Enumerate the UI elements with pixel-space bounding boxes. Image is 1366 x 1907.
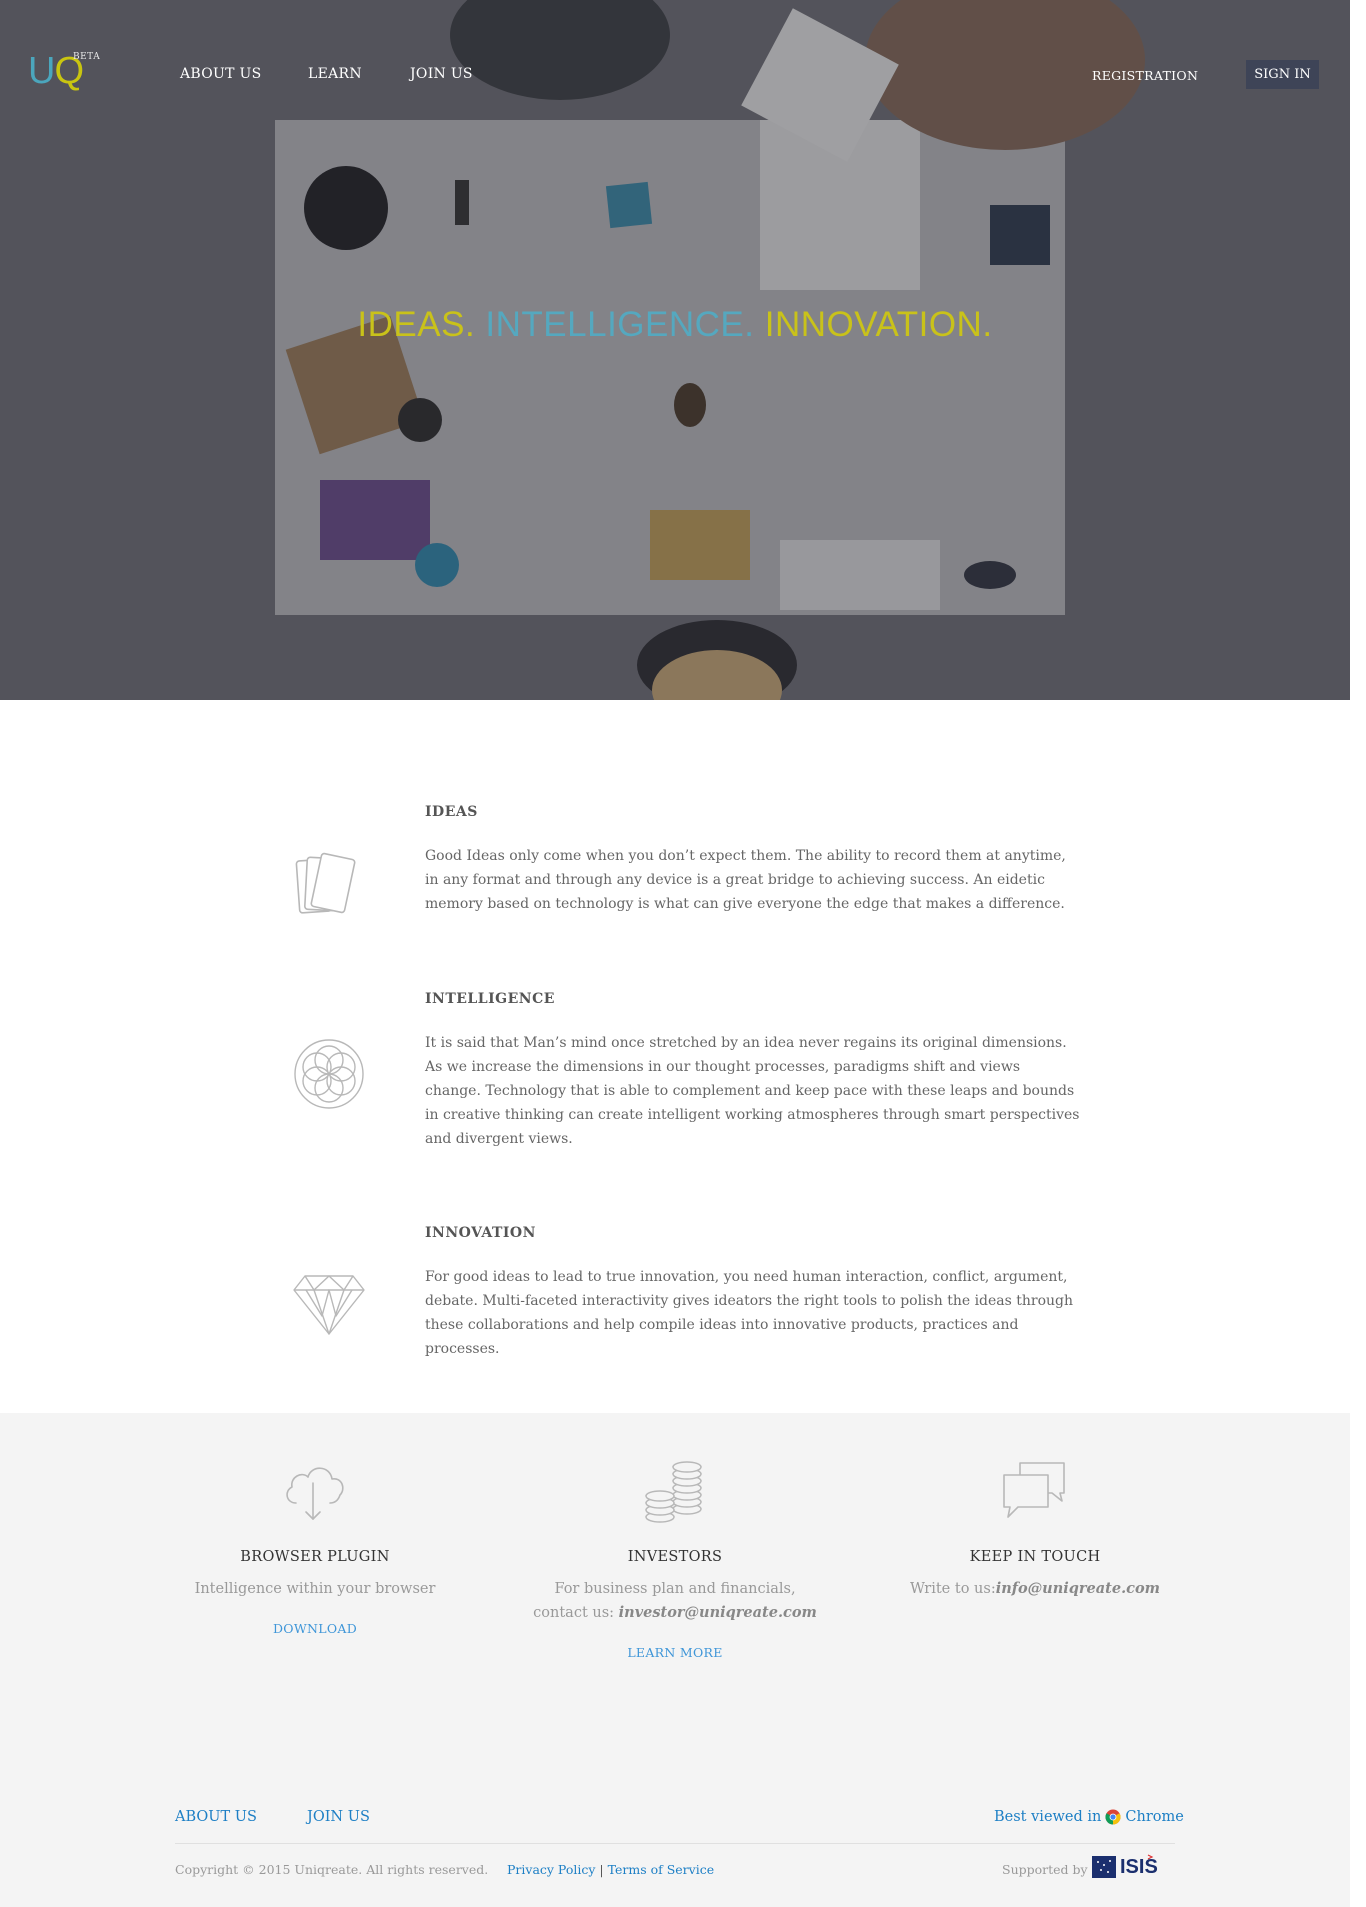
contact-prefix: Write to us: bbox=[910, 1581, 996, 1597]
chat-bubbles-icon bbox=[1003, 1462, 1065, 1518]
legal-separator: | bbox=[599, 1862, 604, 1877]
keep-in-touch-title: KEEP IN TOUCH bbox=[969, 1549, 1101, 1565]
feature-text-intelligence: It is said that Man’s mind once stretche… bbox=[425, 1035, 1080, 1147]
isis-sponsor-logo[interactable]: ISIS bbox=[1092, 1853, 1174, 1879]
chrome-icon bbox=[1105, 1809, 1121, 1825]
registration-link[interactable]: REGISTRATION bbox=[1092, 68, 1198, 83]
best-viewed-text: Best viewed in bbox=[994, 1809, 1102, 1825]
best-viewed-note: Best viewed in Chrome bbox=[994, 1809, 1184, 1825]
browser-plugin-title: BROWSER PLUGIN bbox=[240, 1549, 390, 1565]
investors-title: INVESTORS bbox=[627, 1549, 723, 1565]
feature-title-ideas: IDEAS bbox=[425, 804, 478, 820]
info-email[interactable]: info@uniqreate.com bbox=[996, 1580, 1160, 1597]
services-band: BROWSER PLUGIN Intelligence within your … bbox=[0, 1413, 1350, 1907]
flower-of-life-icon bbox=[294, 1039, 364, 1109]
learn-more-link[interactable]: LEARN MORE bbox=[495, 1645, 855, 1660]
chrome-link[interactable]: Chrome bbox=[1125, 1809, 1183, 1825]
nav-learn[interactable]: LEARN bbox=[308, 66, 362, 82]
cloud-download-icon bbox=[286, 1467, 344, 1520]
nav-join-us[interactable]: JOIN US bbox=[410, 66, 473, 82]
diamond-icon bbox=[293, 1275, 365, 1335]
hero-overlay bbox=[0, 0, 1350, 700]
footer-about-us-link[interactable]: ABOUT US bbox=[175, 1809, 257, 1825]
investors-contact-prefix: contact us: bbox=[533, 1605, 619, 1621]
nav-about-us[interactable]: ABOUT US bbox=[180, 66, 262, 82]
feature-title-innovation: INNOVATION bbox=[425, 1225, 536, 1241]
investors-desc-line1: For business plan and financials, bbox=[554, 1581, 796, 1597]
copyright-text: Copyright © 2015 Uniqreate. All rights r… bbox=[175, 1862, 489, 1877]
scrollbar-gutter bbox=[1350, 0, 1366, 1907]
feature-title-intelligence: INTELLIGENCE bbox=[425, 991, 555, 1007]
tagline-innovation: INNOVATION. bbox=[764, 305, 993, 344]
hero-tagline: IDEAS. INTELLIGENCE. INNOVATION. bbox=[0, 305, 1350, 345]
hero-section: UQ BETA ABOUT US LEARN JOIN US REGISTRAT… bbox=[0, 0, 1350, 700]
browser-plugin-desc: Intelligence within your browser bbox=[194, 1581, 436, 1597]
sign-in-button[interactable]: SIGN IN bbox=[1246, 60, 1319, 89]
isis-logo-text: ISIS bbox=[1120, 1856, 1158, 1878]
legal-links: Privacy Policy | Terms of Service bbox=[507, 1862, 714, 1877]
beta-badge: BETA bbox=[73, 52, 101, 62]
privacy-policy-link[interactable]: Privacy Policy bbox=[507, 1862, 595, 1877]
investors-desc-line2: contact us: investor@uniqreate.com bbox=[495, 1601, 855, 1625]
feature-text-ideas: Good Ideas only come when you don’t expe… bbox=[425, 848, 1066, 912]
feature-text-innovation: For good ideas to lead to true innovatio… bbox=[425, 1269, 1074, 1357]
footer-divider bbox=[175, 1843, 1175, 1844]
logo-letter-u: U bbox=[28, 50, 55, 92]
footer-join-us-link[interactable]: JOIN US bbox=[307, 1809, 370, 1825]
tagline-intelligence: INTELLIGENCE. bbox=[485, 305, 755, 344]
tagline-ideas: IDEAS. bbox=[357, 305, 476, 344]
terms-of-service-link[interactable]: Terms of Service bbox=[608, 1862, 715, 1877]
coins-icon bbox=[645, 1461, 702, 1523]
supported-by-text: Supported by bbox=[1002, 1862, 1088, 1877]
keep-in-touch-desc: Write to us:info@uniqreate.com bbox=[855, 1577, 1215, 1601]
cards-icon bbox=[295, 852, 356, 914]
investors-desc: For business plan and financials, contac… bbox=[495, 1577, 855, 1625]
download-link[interactable]: DOWNLOAD bbox=[135, 1621, 495, 1636]
investor-email[interactable]: investor@uniqreate.com bbox=[619, 1604, 817, 1621]
